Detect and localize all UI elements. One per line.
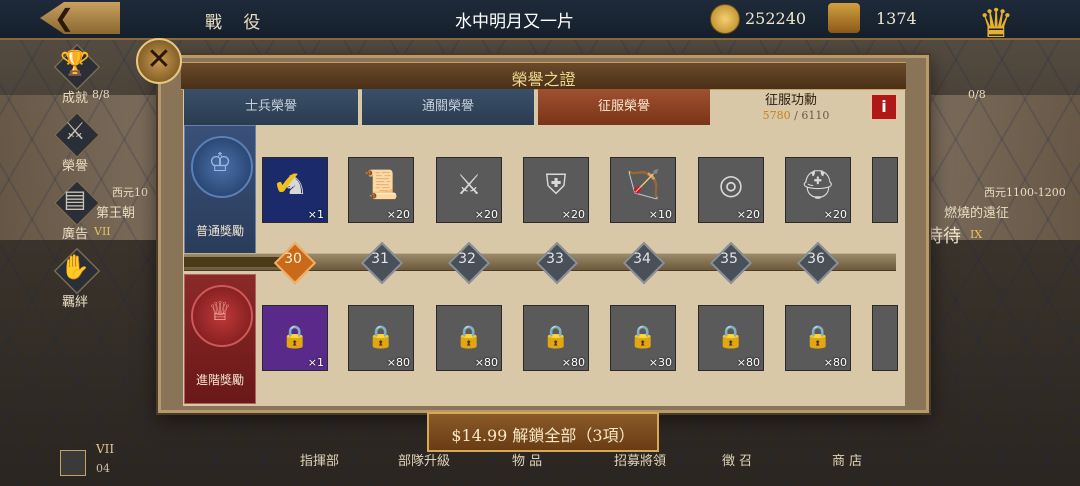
advanced-reward-seal: ♕ 進階獎勵: [184, 274, 256, 404]
nav-items[interactable]: 物 品: [512, 450, 542, 469]
sidebar-item-achievements[interactable]: 🏆 成就: [50, 43, 101, 106]
level-node: 31: [360, 241, 404, 285]
screen-title: 戰 役: [205, 13, 269, 33]
target-icon: ◎: [718, 168, 744, 201]
normal-reward-label: 普通獎勵: [195, 224, 244, 238]
checkmark-icon: ✔: [273, 164, 302, 204]
bg-right-era: 西元1100-1200: [984, 186, 1066, 199]
tab-conquest-honor[interactable]: 征服榮譽: [538, 89, 710, 125]
nav-conscript[interactable]: 徵 召: [722, 450, 752, 469]
lock-icon: 🔒: [717, 325, 745, 350]
level-node: 33: [535, 241, 579, 285]
sidebar-item-label: 榮譽: [61, 159, 88, 174]
bg-right-roman: IX: [970, 228, 983, 241]
medal-emblem-icon: [828, 3, 860, 33]
gold-coin-icon: [710, 4, 740, 34]
level-node: 34: [622, 241, 666, 285]
level-node: 35: [709, 241, 753, 285]
info-icon[interactable]: i: [871, 94, 897, 120]
advanced-reward-slot[interactable]: 🔒 ×80: [698, 305, 764, 371]
nav-troop-upgrade[interactable]: 部隊升級: [398, 450, 450, 469]
nav-recruit-generals[interactable]: 招募將領: [614, 450, 666, 469]
armor-icon: ⛨: [545, 168, 567, 201]
lock-icon: 🔒: [629, 325, 657, 350]
bg-right-progress: 0/8: [968, 88, 986, 101]
normal-reward-slot[interactable]: ◎ ×20: [698, 157, 764, 223]
normal-reward-slot[interactable]: ⛑ ×20: [785, 157, 851, 223]
advanced-reward-slot[interactable]: 🔒 ×1: [262, 305, 328, 371]
crown-seal-icon: ♔: [208, 148, 232, 178]
nav-shop[interactable]: 商 店: [832, 450, 862, 469]
scroll-icon: 📜: [363, 168, 399, 201]
advanced-reward-slot[interactable]: 🔒 ×80: [436, 305, 502, 371]
advanced-reward-slot[interactable]: 🔒 ×30: [610, 305, 676, 371]
bottom-nav: 指揮部 部隊升級 物 品 招募將領 徵 召 商 店: [0, 448, 1080, 486]
bg-left-name: 第王朝: [96, 206, 136, 221]
lock-icon: 🔒: [367, 325, 395, 350]
film-icon: ▤: [63, 185, 87, 213]
conquest-current: 5780: [762, 109, 791, 122]
lock-icon: 🔒: [455, 325, 483, 350]
lock-icon: 🔒: [542, 325, 570, 350]
sidebar-item-label: 廣告: [61, 227, 88, 242]
sidebar-item-label: 成就: [61, 91, 88, 106]
close-button[interactable]: ✕: [136, 38, 182, 84]
helmet-icon: ⚔: [64, 117, 86, 145]
sidebar-item-ads[interactable]: ▤ 廣告: [50, 179, 101, 242]
unlock-all-button[interactable]: $14.99 解鎖全部（3項）: [427, 412, 659, 452]
trophy-icon: 🏆: [60, 49, 90, 77]
archer-icon: 🏹: [625, 168, 661, 201]
unlock-all-label: $14.99 解鎖全部（3項）: [451, 426, 635, 445]
normal-reward-seal: ♔ 普通獎勵: [184, 125, 256, 255]
level-node: 30: [273, 241, 317, 285]
modal-title: 榮譽之證: [511, 70, 576, 89]
conquest-value: 5780 / 6110: [756, 109, 836, 122]
normal-reward-slot-partial[interactable]: [872, 157, 898, 223]
nav-command[interactable]: 指揮部: [300, 450, 339, 469]
advanced-reward-slot[interactable]: 🔒 ×80: [348, 305, 414, 371]
bg-right-name: 燃燒的遠征: [944, 206, 1010, 221]
normal-reward-slot[interactable]: 📜 ×20: [348, 157, 414, 223]
tab-stage-honor[interactable]: 通關榮譽: [362, 89, 534, 125]
back-arrow-icon: ❮: [54, 4, 75, 32]
bg-right-cut-label: 時待: [925, 226, 961, 247]
level-node: 36: [796, 241, 840, 285]
lock-icon: 🔒: [804, 325, 832, 350]
advanced-reward-slot-partial[interactable]: [872, 305, 898, 371]
close-icon: ✕: [146, 42, 172, 77]
level-node: 32: [447, 241, 491, 285]
medal-value: 1374: [876, 9, 917, 28]
sword-icon: ⚔: [456, 168, 482, 201]
conquest-max: 6110: [801, 109, 830, 122]
advanced-reward-slot[interactable]: 🔒 ×80: [523, 305, 589, 371]
crown-icon[interactable]: ♛: [965, 0, 1027, 48]
bg-left-era: 西元10: [112, 186, 148, 199]
normal-reward-slot[interactable]: ⚔ ×20: [436, 157, 502, 223]
lock-icon: 🔒: [281, 325, 309, 350]
normal-reward-slot[interactable]: 🏹 ×10: [610, 157, 676, 223]
helmet-icon: ⛑: [800, 168, 836, 201]
normal-reward-slot[interactable]: ♞ ✔ ×1: [262, 157, 328, 223]
conquest-separator: /: [794, 109, 798, 122]
sidebar-item-bonds[interactable]: ✋ 羈絆: [50, 247, 101, 310]
tab-soldier-honor[interactable]: 士兵榮譽: [184, 89, 358, 125]
crown-seal-icon: ♕: [208, 297, 232, 327]
sidebar-item-honor[interactable]: ⚔ 榮譽: [50, 111, 101, 174]
advanced-reward-label: 進階獎勵: [195, 373, 244, 387]
player-name: 水中明月又一片: [455, 12, 574, 32]
modal-title-bar: 榮譽之證: [181, 62, 906, 90]
handshake-icon: ✋: [60, 253, 90, 281]
advanced-reward-slot[interactable]: 🔒 ×80: [785, 305, 851, 371]
sidebar-item-label: 羈絆: [61, 295, 88, 310]
gold-value: 252240: [745, 9, 807, 28]
normal-reward-slot[interactable]: ⛨ ×20: [523, 157, 589, 223]
conquest-label: 征服功勳: [764, 93, 817, 108]
